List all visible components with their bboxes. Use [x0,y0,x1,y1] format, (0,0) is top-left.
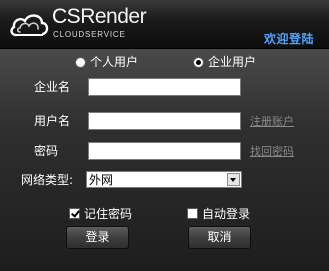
username-input[interactable] [88,112,241,130]
remember-password-checkbox[interactable]: 记住密码 [69,205,132,222]
welcome-text: 欢迎登陆 [264,32,315,46]
cancel-button[interactable]: 取消 [188,226,251,249]
login-button[interactable]: 登录 [66,226,129,249]
radio-personal-circle[interactable] [75,56,86,68]
remember-password-box[interactable] [69,208,80,219]
remember-password-label: 记住密码 [84,207,133,221]
register-link[interactable]: 注册账户 [250,115,294,128]
company-input[interactable] [88,78,241,96]
radio-enterprise-label: 企业用户 [208,55,257,69]
radio-enterprise-circle[interactable] [193,56,204,68]
auto-login-label: 自动登录 [202,207,251,221]
company-label: 企业名 [34,80,71,94]
radio-personal-label: 个人用户 [90,55,139,69]
network-type-label: 网络类型: [21,173,74,187]
forgot-password-link[interactable]: 找回密码 [250,145,294,158]
brand-title: CSRender [52,5,147,29]
auto-login-box[interactable] [187,208,198,219]
brand-title-suffix: Render [80,5,147,28]
header-bar: CSRender CLOUDSERVICE 欢迎登陆 [0,0,329,49]
brand-title-prefix: CS [52,5,81,28]
network-type-value: 外网 [89,173,114,187]
brand-subtitle: CLOUDSERVICE [53,30,126,39]
username-label: 用户名 [34,114,71,128]
password-label: 密码 [34,144,59,158]
radio-enterprise-user[interactable]: 企业用户 [193,55,256,69]
network-type-select[interactable]: 外网 [86,171,242,188]
cloud-logo-icon [10,14,49,37]
radio-personal-user[interactable]: 个人用户 [75,55,138,69]
auto-login-checkbox[interactable]: 自动登录 [187,205,250,222]
chevron-down-icon[interactable] [227,173,240,186]
password-input[interactable] [88,142,241,160]
login-form: 个人用户 企业用户 企业名 用户名 注册账户 密码 找回密码 网络类型: 外网 … [0,49,329,271]
